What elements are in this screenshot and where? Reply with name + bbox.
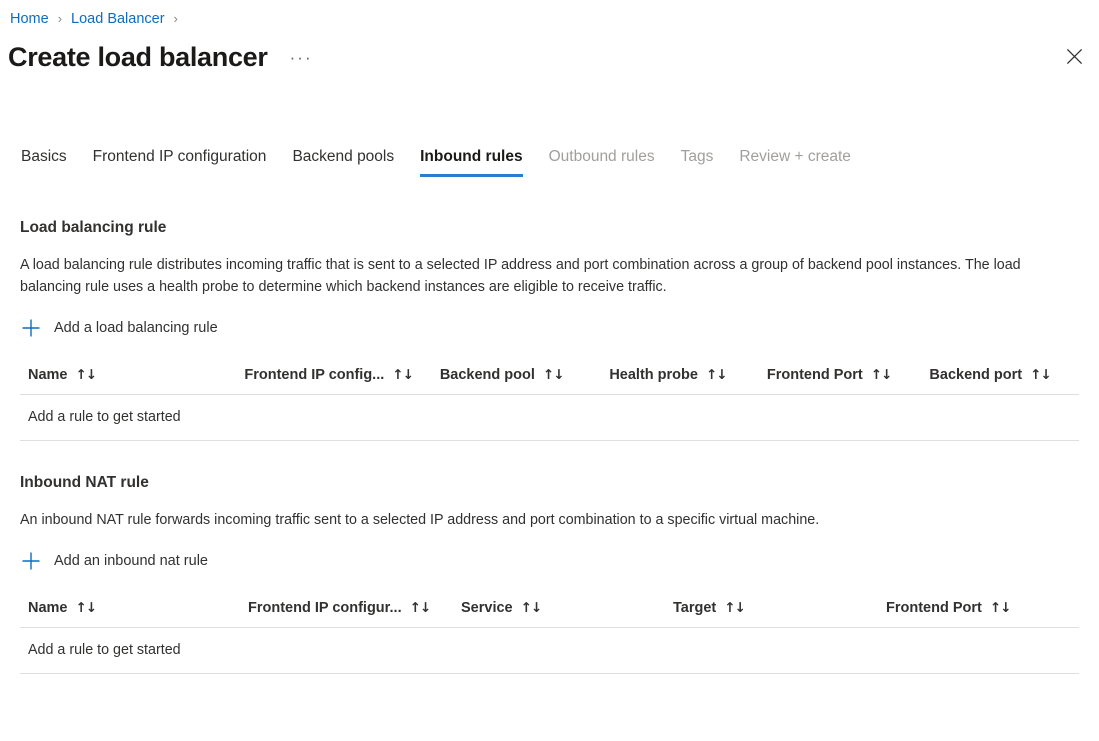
column-header-label: Name bbox=[28, 367, 68, 383]
sort-icon: ↑↓ bbox=[989, 600, 1012, 616]
column-header-frontend-port[interactable]: Frontend Port ↑↓ bbox=[886, 598, 1076, 618]
column-header-name[interactable]: Name ↑↓ bbox=[20, 365, 244, 385]
column-header-label: Service bbox=[461, 600, 513, 616]
breadcrumb-separator-icon: › bbox=[173, 11, 178, 26]
close-icon bbox=[1066, 48, 1083, 70]
sort-icon: ↑↓ bbox=[75, 600, 98, 616]
sort-icon: ↑↓ bbox=[724, 600, 746, 616]
tab-review-create: Review + create bbox=[726, 146, 864, 177]
column-header-backend-pool[interactable]: Backend pool ↑↓ bbox=[440, 365, 610, 385]
column-header-backend-port[interactable]: Backend port ↑↓ bbox=[929, 365, 1079, 385]
section-description-load-balancing-rule: A load balancing rule distributes incomi… bbox=[20, 257, 1021, 295]
table-empty-state: Add a rule to get started bbox=[20, 395, 1079, 441]
column-header-frontend-port[interactable]: Frontend Port ↑↓ bbox=[767, 365, 930, 385]
column-header-label: Backend pool bbox=[439, 367, 535, 383]
sort-icon: ↑↓ bbox=[392, 367, 414, 383]
sort-icon: ↑↓ bbox=[409, 600, 432, 616]
tab-outbound-rules: Outbound rules bbox=[536, 146, 668, 177]
tab-tags: Tags bbox=[668, 146, 727, 177]
column-header-label: Backend port bbox=[929, 367, 1023, 383]
add-load-balancing-rule-button[interactable]: Add a load balancing rule bbox=[20, 317, 218, 339]
tab-label: Frontend IP configuration bbox=[92, 148, 267, 165]
tab-label: Backend pools bbox=[292, 148, 395, 165]
breadcrumb-item-home[interactable]: Home bbox=[8, 9, 51, 29]
sort-icon: ↑↓ bbox=[542, 367, 565, 383]
column-header-service[interactable]: Service ↑↓ bbox=[461, 598, 673, 618]
section-description-inbound-nat-rule: An inbound NAT rule forwards incoming tr… bbox=[20, 512, 820, 528]
inbound-nat-rules-table: Name ↑↓ Frontend IP configur... ↑↓ Servi… bbox=[20, 598, 1079, 674]
tab-label: Inbound rules bbox=[420, 148, 523, 165]
column-header-target[interactable]: Target ↑↓ bbox=[673, 598, 886, 618]
column-header-label: Target bbox=[673, 600, 717, 616]
table-header-row: Name ↑↓ Frontend IP config... ↑↓ Backend… bbox=[20, 365, 1079, 395]
column-header-label: Name bbox=[28, 600, 68, 616]
column-header-label: Frontend Port bbox=[886, 600, 982, 616]
section-inbound-nat-rule: Inbound NAT rule An inbound NAT rule for… bbox=[0, 472, 1099, 674]
tab-label: Outbound rules bbox=[548, 148, 655, 165]
sort-icon: ↑↓ bbox=[705, 367, 728, 383]
column-header-label: Frontend IP config... bbox=[244, 367, 385, 383]
tab-label: Tags bbox=[680, 148, 714, 165]
section-title-load-balancing-rule: Load balancing rule bbox=[20, 219, 167, 236]
column-header-frontend-ip-config[interactable]: Frontend IP config... ↑↓ bbox=[244, 365, 439, 385]
column-header-label: Frontend Port bbox=[766, 367, 863, 383]
tab-label: Basics bbox=[21, 148, 67, 165]
plus-icon bbox=[20, 550, 42, 572]
page-header: Create load balancer ··· bbox=[8, 40, 313, 74]
sort-icon: ↑↓ bbox=[1030, 367, 1052, 383]
column-header-label: Frontend IP configur... bbox=[248, 600, 402, 616]
table-empty-state: Add a rule to get started bbox=[20, 628, 1079, 674]
tab-panel-inbound-rules: Load balancing rule A load balancing rul… bbox=[0, 196, 1099, 674]
tab-backend-pools[interactable]: Backend pools bbox=[279, 146, 407, 177]
breadcrumb-item-load-balancer[interactable]: Load Balancer bbox=[69, 9, 167, 29]
column-header-health-probe[interactable]: Health probe ↑↓ bbox=[609, 365, 767, 385]
breadcrumb: Home › Load Balancer › bbox=[8, 9, 185, 29]
add-inbound-nat-rule-button[interactable]: Add an inbound nat rule bbox=[20, 550, 208, 572]
tab-frontend-ip-configuration[interactable]: Frontend IP configuration bbox=[80, 146, 280, 177]
sort-icon: ↑↓ bbox=[520, 600, 543, 616]
load-balancing-rules-table: Name ↑↓ Frontend IP config... ↑↓ Backend… bbox=[20, 365, 1079, 441]
sort-icon: ↑↓ bbox=[75, 367, 98, 383]
more-options-button[interactable]: ··· bbox=[290, 48, 313, 68]
wizard-tabs: Basics Frontend IP configuration Backend… bbox=[8, 146, 864, 177]
column-header-label: Health probe bbox=[609, 367, 698, 383]
tab-basics[interactable]: Basics bbox=[8, 146, 80, 177]
breadcrumb-separator-icon: › bbox=[57, 11, 63, 26]
section-load-balancing-rule: Load balancing rule A load balancing rul… bbox=[0, 217, 1099, 441]
table-header-row: Name ↑↓ Frontend IP configur... ↑↓ Servi… bbox=[20, 598, 1079, 628]
page-title: Create load balancer bbox=[8, 42, 268, 72]
tab-label: Review + create bbox=[739, 148, 851, 165]
column-header-name[interactable]: Name ↑↓ bbox=[20, 598, 248, 618]
add-load-balancing-rule-label: Add a load balancing rule bbox=[54, 320, 218, 336]
column-header-frontend-ip-configuration[interactable]: Frontend IP configur... ↑↓ bbox=[248, 598, 461, 618]
sort-icon: ↑↓ bbox=[870, 367, 893, 383]
close-button[interactable] bbox=[1056, 42, 1092, 76]
plus-icon bbox=[20, 317, 42, 339]
add-inbound-nat-rule-label: Add an inbound nat rule bbox=[54, 553, 208, 569]
tab-inbound-rules[interactable]: Inbound rules bbox=[407, 146, 535, 177]
section-title-inbound-nat-rule: Inbound NAT rule bbox=[20, 474, 149, 491]
